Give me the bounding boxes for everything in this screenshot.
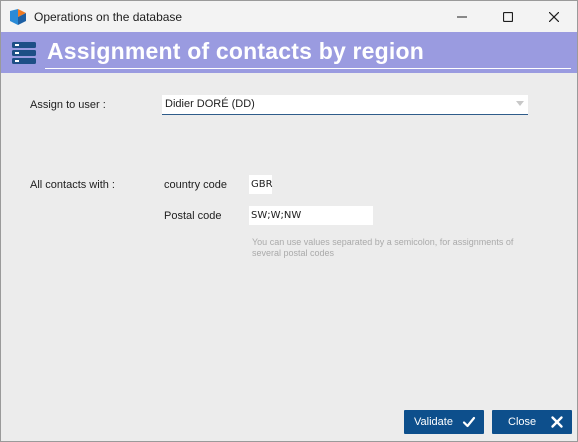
database-icon <box>11 40 37 66</box>
postal-code-hint: You can use values separated by a semico… <box>252 237 514 258</box>
maximize-button[interactable] <box>485 1 531 32</box>
postal-code-input[interactable]: SW;W;NW <box>249 206 373 225</box>
minimize-button[interactable] <box>439 1 485 32</box>
page-title: Assignment of contacts by region <box>47 38 425 64</box>
country-code-label: country code <box>164 179 227 191</box>
minimize-icon <box>457 16 467 17</box>
assign-user-select[interactable]: Didier DORÉ (DD) <box>162 95 528 115</box>
all-contacts-label: All contacts with : <box>30 179 115 191</box>
title-bar[interactable]: Operations on the database <box>1 1 577 32</box>
validate-button-label: Validate <box>414 416 453 428</box>
assign-user-value: Didier DORÉ (DD) <box>165 98 255 110</box>
header-band: Assignment of contacts by region <box>1 32 577 73</box>
x-icon <box>551 416 563 428</box>
country-code-input[interactable]: GBR <box>249 175 273 194</box>
header-underline <box>45 68 571 69</box>
check-icon <box>462 416 476 428</box>
app-logo-icon <box>9 8 27 26</box>
postal-code-label: Postal code <box>164 210 222 222</box>
maximize-icon <box>503 11 513 22</box>
dialog-window: Operations on the database Assignment of… <box>0 0 578 442</box>
close-button[interactable]: Close <box>492 410 572 434</box>
close-window-button[interactable] <box>531 1 577 32</box>
close-button-label: Close <box>508 416 537 428</box>
assign-user-label: Assign to user : <box>30 99 106 111</box>
window-title: Operations on the database <box>34 9 183 24</box>
validate-button[interactable]: Validate <box>404 410 484 434</box>
chevron-down-icon[interactable] <box>516 101 524 106</box>
close-icon <box>549 11 559 22</box>
